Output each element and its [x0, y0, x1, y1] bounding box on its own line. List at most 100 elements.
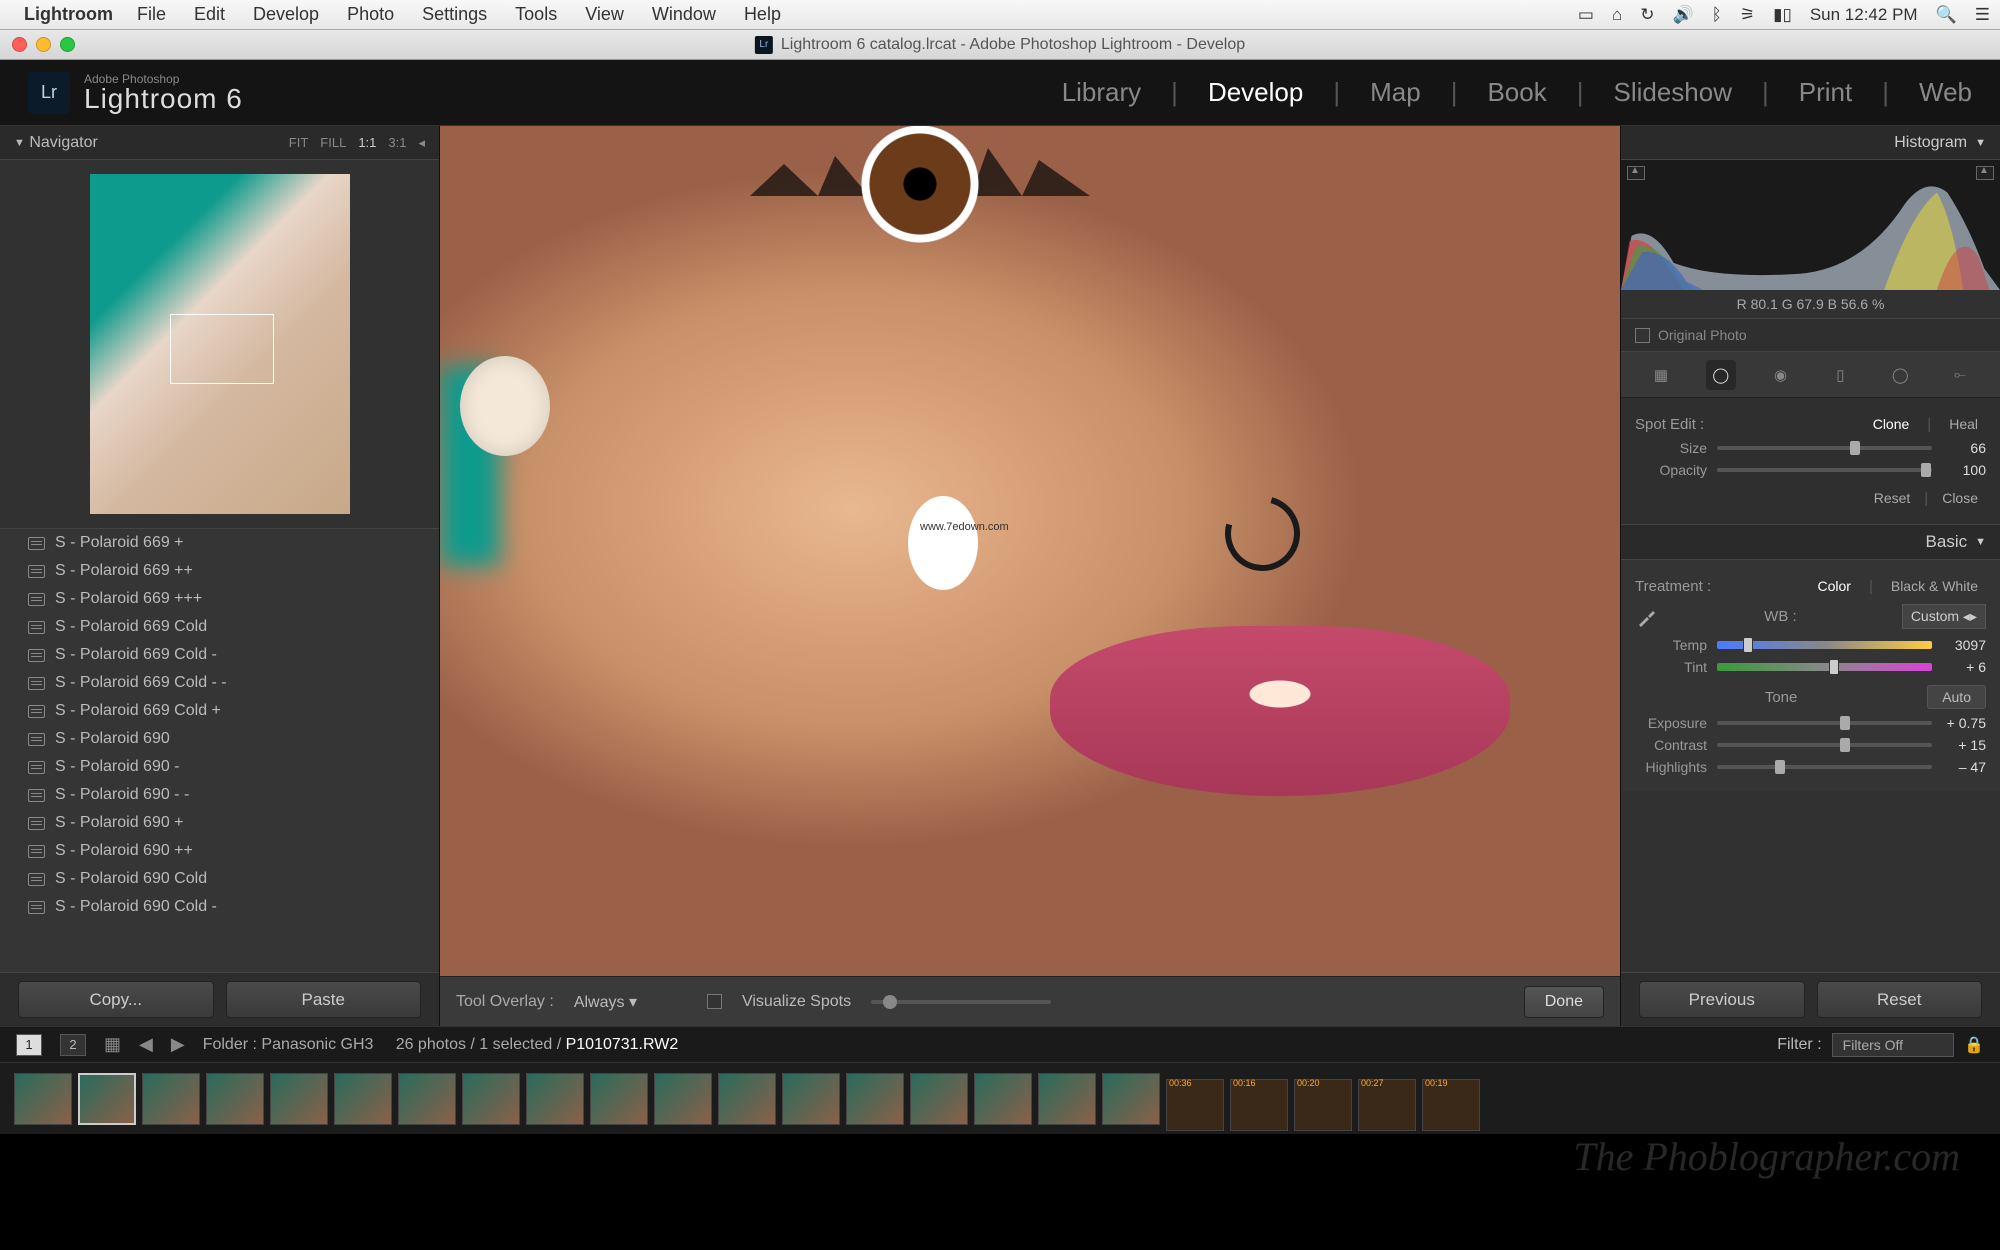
menu-develop[interactable]: Develop	[253, 4, 319, 25]
original-photo-checkbox[interactable]	[1635, 328, 1650, 343]
filter-lock-icon[interactable]: 🔒	[1964, 1035, 1984, 1055]
close-window-button[interactable]	[12, 37, 27, 52]
done-button[interactable]: Done	[1524, 986, 1604, 1018]
eyedropper-icon[interactable]	[1635, 605, 1659, 629]
app-menu[interactable]: Lightroom	[24, 4, 113, 25]
opacity-slider[interactable]	[1717, 468, 1932, 472]
preset-item[interactable]: S - Polaroid 690 +	[0, 809, 439, 837]
contrast-slider[interactable]	[1717, 743, 1932, 747]
main-window-button[interactable]: 1	[16, 1034, 42, 1056]
paste-button[interactable]: Paste	[226, 981, 422, 1018]
filmstrip-thumb[interactable]	[910, 1073, 968, 1125]
filmstrip-thumb[interactable]	[974, 1073, 1032, 1125]
disclosure-triangle-icon[interactable]: ▼	[1975, 137, 1986, 149]
bluetooth-icon[interactable]: ᛒ	[1712, 5, 1722, 25]
histogram-display[interactable]	[1621, 160, 2000, 290]
filmstrip-thumb[interactable]	[270, 1073, 328, 1125]
module-print[interactable]: Print	[1799, 77, 1852, 108]
spot-close-button[interactable]: Close	[1934, 488, 1986, 508]
previous-button[interactable]: Previous	[1639, 981, 1805, 1018]
wb-select[interactable]: Custom ◂▸	[1902, 604, 1986, 629]
zoom-3-1[interactable]: 3:1	[388, 135, 406, 151]
spot-removal-cursor[interactable]	[908, 496, 978, 590]
filmstrip-thumb[interactable]	[206, 1073, 264, 1125]
temp-value[interactable]: 3097	[1942, 637, 1986, 653]
zoom-fill[interactable]: FILL	[320, 135, 346, 151]
filmstrip-video-thumb[interactable]	[1166, 1079, 1224, 1131]
spotlight-icon[interactable]: 🔍	[1936, 5, 1957, 25]
filter-select[interactable]: Filters Off	[1832, 1033, 1954, 1057]
menu-view[interactable]: View	[585, 4, 624, 25]
exposure-slider[interactable]	[1717, 721, 1932, 725]
filmstrip-video-thumb[interactable]	[1422, 1079, 1480, 1131]
navigator-preview[interactable]	[0, 160, 439, 529]
histogram-header[interactable]: Histogram ▼	[1621, 126, 2000, 160]
clone-mode-button[interactable]: Clone	[1865, 414, 1918, 434]
zoom-window-button[interactable]	[60, 37, 75, 52]
visualize-spots-checkbox[interactable]	[707, 994, 722, 1009]
preset-item[interactable]: S - Polaroid 669 Cold -	[0, 641, 439, 669]
filmstrip-thumb[interactable]	[654, 1073, 712, 1125]
navigator-crop-indicator[interactable]	[170, 314, 274, 384]
module-map[interactable]: Map	[1370, 77, 1421, 108]
next-photo-icon[interactable]: ▶	[171, 1034, 185, 1055]
second-window-button[interactable]: 2	[60, 1034, 86, 1056]
battery-icon[interactable]: ▮▯	[1773, 5, 1792, 25]
filmstrip-video-thumb[interactable]	[1294, 1079, 1352, 1131]
filmstrip-video-thumb[interactable]	[1358, 1079, 1416, 1131]
wifi-icon[interactable]: ⚞	[1740, 5, 1755, 25]
highlight-clip-indicator[interactable]	[1976, 166, 1994, 180]
display-icon[interactable]: ▭	[1578, 5, 1594, 25]
filmstrip[interactable]	[0, 1062, 2000, 1134]
menu-window[interactable]: Window	[652, 4, 716, 25]
filmstrip-thumb[interactable]	[1102, 1073, 1160, 1125]
module-develop[interactable]: Develop	[1208, 77, 1303, 108]
preset-item[interactable]: S - Polaroid 690	[0, 725, 439, 753]
navigator-header[interactable]: ▼ Navigator FIT FILL 1:1 3:1 ◂	[0, 126, 439, 160]
reset-button[interactable]: Reset	[1817, 981, 1983, 1018]
auto-tone-button[interactable]: Auto	[1927, 685, 1986, 709]
preset-item[interactable]: S - Polaroid 669 +++	[0, 585, 439, 613]
preset-item[interactable]: S - Polaroid 690 Cold	[0, 865, 439, 893]
filmstrip-thumb[interactable]	[1038, 1073, 1096, 1125]
menu-file[interactable]: File	[137, 4, 166, 25]
highlights-slider[interactable]	[1717, 765, 1932, 769]
sync-icon[interactable]: ↻	[1640, 5, 1654, 25]
preset-item[interactable]: S - Polaroid 690 ++	[0, 837, 439, 865]
visualize-threshold-slider[interactable]	[871, 1000, 1051, 1004]
brush-tool-icon[interactable]: ⟜	[1945, 360, 1975, 390]
filmstrip-thumb[interactable]	[590, 1073, 648, 1125]
filmstrip-video-thumb[interactable]	[1230, 1079, 1288, 1131]
spot-reset-button[interactable]: Reset	[1866, 488, 1919, 508]
prev-photo-icon[interactable]: ◀	[139, 1034, 153, 1055]
tint-value[interactable]: + 6	[1942, 659, 1986, 675]
menu-tools[interactable]: Tools	[515, 4, 557, 25]
exposure-value[interactable]: + 0.75	[1942, 715, 1986, 731]
color-treatment-button[interactable]: Color	[1809, 576, 1858, 596]
filmstrip-thumb[interactable]	[398, 1073, 456, 1125]
filmstrip-thumb[interactable]	[782, 1073, 840, 1125]
zoom-fit[interactable]: FIT	[289, 135, 309, 151]
size-value[interactable]: 66	[1942, 440, 1986, 456]
copy-button[interactable]: Copy...	[18, 981, 214, 1018]
original-photo-toggle[interactable]: Original Photo	[1621, 319, 2000, 352]
module-library[interactable]: Library	[1062, 77, 1141, 108]
preset-item[interactable]: S - Polaroid 669 Cold	[0, 613, 439, 641]
filmstrip-thumb[interactable]	[14, 1073, 72, 1125]
menu-icon[interactable]: ☰	[1975, 5, 1990, 25]
shadow-clip-indicator[interactable]	[1627, 166, 1645, 180]
image-viewport[interactable]: www.7edown.com	[440, 126, 1620, 976]
redeye-tool-icon[interactable]: ◉	[1766, 360, 1796, 390]
preset-item[interactable]: S - Polaroid 669 ++	[0, 557, 439, 585]
bw-treatment-button[interactable]: Black & White	[1883, 576, 1986, 596]
menu-settings[interactable]: Settings	[422, 4, 487, 25]
module-web[interactable]: Web	[1919, 77, 1972, 108]
preset-item[interactable]: S - Polaroid 669 Cold +	[0, 697, 439, 725]
radial-tool-icon[interactable]: ◯	[1885, 360, 1915, 390]
preset-item[interactable]: S - Polaroid 690 -	[0, 753, 439, 781]
volume-icon[interactable]: 🔊	[1672, 5, 1693, 25]
tool-overlay-select[interactable]: Always ▾	[574, 992, 637, 1012]
module-book[interactable]: Book	[1487, 77, 1546, 108]
crop-tool-icon[interactable]: ▦	[1646, 360, 1676, 390]
disclosure-triangle-icon[interactable]: ▼	[1975, 536, 1986, 548]
